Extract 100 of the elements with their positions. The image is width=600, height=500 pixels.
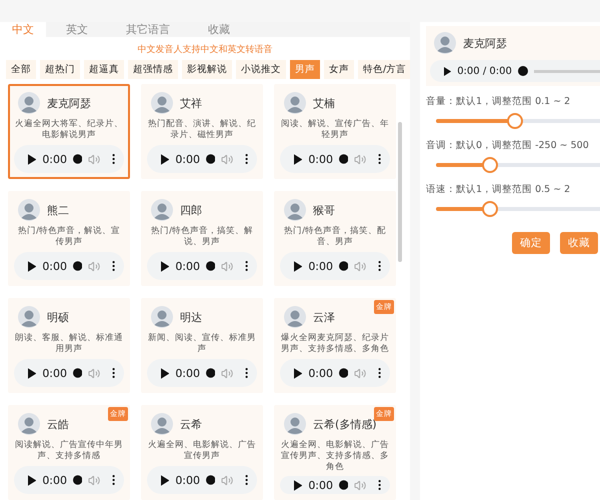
play-icon[interactable] <box>161 154 170 164</box>
avatar-icon <box>284 413 306 435</box>
voice-card[interactable]: 艾祥 热门配音、演讲、解说、纪录片、磁性男声 0:00 <box>141 84 263 179</box>
voice-card[interactable]: 四郎 热门/特色声音，搞笑、解说、男声 0:00 <box>141 191 263 286</box>
play-icon[interactable] <box>28 260 36 272</box>
voice-description: 热门/特色声音，搞笑、配音、男声 <box>283 226 387 249</box>
seek-thumb[interactable] <box>339 261 348 271</box>
voice-name: 熊二 <box>47 202 69 218</box>
time-text: 0:00 <box>175 152 200 166</box>
seek-thumb[interactable] <box>73 475 82 485</box>
seek-thumb[interactable] <box>339 480 348 490</box>
filter-chip[interactable]: 超强情感 <box>128 60 178 79</box>
time-text: 0:00 <box>42 474 68 486</box>
filter-chip[interactable]: 女声 <box>324 60 354 79</box>
filter-chip[interactable]: 影视解说 <box>182 60 232 79</box>
play-icon[interactable] <box>444 66 452 76</box>
voice-name: 云希 <box>180 416 202 432</box>
slider[interactable] <box>436 200 600 218</box>
voice-name: 猴哥 <box>313 202 335 218</box>
voice-card[interactable]: 熊二 热门/特色声音，解说、宣传男声 0:00 <box>8 191 130 286</box>
voice-name: 艾楠 <box>313 96 335 110</box>
avatar-icon <box>434 32 456 54</box>
voice-description: 火遍全网、电影解说、广告宣传男声、支持多情感、多角色 <box>280 440 390 473</box>
voice-name: 麦克阿瑟 <box>47 96 91 110</box>
voice-description: 阅读解说、广告宣传中年男声、支持多情感 <box>14 440 124 463</box>
seek-thumb[interactable] <box>73 261 82 271</box>
seek-thumb[interactable] <box>206 261 216 271</box>
slider-thumb[interactable] <box>506 113 523 129</box>
time-text: 0:00 <box>175 260 200 272</box>
avatar-icon <box>284 92 306 114</box>
voice-card[interactable]: 明达 新闻、阅读、宣传、标准男声 0:00 <box>141 298 263 393</box>
voice-name: 麦克阿瑟 <box>463 36 507 50</box>
seek-thumb[interactable] <box>339 154 348 164</box>
time-text: 0:00 <box>42 260 68 272</box>
seek-thumb[interactable] <box>206 368 216 378</box>
avatar-icon <box>18 92 40 114</box>
voice-name: 明硕 <box>47 310 69 324</box>
voice-description: 热门/特色声音，搞笑、解说、男声 <box>150 226 254 249</box>
play-icon[interactable] <box>294 154 302 164</box>
slider-label: 音调：默认0，调整范围 -250 ~ 500 <box>426 139 590 152</box>
avatar-icon <box>151 306 173 328</box>
voice-card[interactable]: 云希 火遍全网、电影解说、广告宣传男声 0:00 <box>141 405 263 500</box>
slider[interactable] <box>436 156 600 174</box>
voice-description: 阅读、解说、宣传广告、年轻男声 <box>280 119 390 142</box>
seek-thumb[interactable] <box>518 66 528 76</box>
avatar-icon <box>284 306 306 328</box>
voice-card[interactable]: 明硕 朗读、客服、解说、标准通用男声 0:00 <box>8 298 130 393</box>
voice-description: 热门配音、演讲、解说、纪录片、磁性男声 <box>147 119 257 142</box>
voice-card[interactable]: 麦克阿瑟 火遍全网大将军、纪录片、电影解说男声 0:00 <box>8 84 130 179</box>
play-icon[interactable] <box>294 368 302 378</box>
voice-name: 艾祥 <box>180 96 202 110</box>
play-icon[interactable] <box>161 260 170 272</box>
time-text: 0:00 <box>308 260 334 272</box>
voice-card[interactable]: 猴哥 热门/特色声音，搞笑、配音、男声 0:00 <box>274 191 396 286</box>
voice-name: 四郎 <box>180 202 202 218</box>
filter-chip[interactable]: 超热门 <box>40 60 80 79</box>
time-text: 0:00 <box>308 366 334 380</box>
seek-thumb[interactable] <box>339 368 348 378</box>
time-text: 0:00 <box>42 366 68 380</box>
play-icon[interactable] <box>294 480 302 490</box>
time-text: 0:00 <box>42 152 68 166</box>
avatar-icon <box>151 92 173 114</box>
voice-name: 云希(多情感) <box>313 417 377 432</box>
time-text: 0:00 <box>175 366 200 380</box>
filter-chip[interactable]: 超逼真 <box>84 60 124 79</box>
slider-thumb[interactable] <box>482 201 498 217</box>
slider-thumb[interactable] <box>482 157 498 173</box>
voice-description: 火遍全网、电影解说、广告宣传男声 <box>147 440 257 463</box>
voice-description: 朗读、客服、解说、标准通用男声 <box>14 333 124 356</box>
time-text: 0:00 <box>308 478 334 492</box>
play-icon[interactable] <box>161 474 170 486</box>
time-text: 0:00 / 0:00 <box>457 66 512 76</box>
seek-thumb[interactable] <box>73 154 82 164</box>
avatar-icon <box>151 413 173 435</box>
play-icon[interactable] <box>294 260 302 272</box>
play-icon[interactable] <box>28 154 36 164</box>
voice-card[interactable]: 艾楠 阅读、解说、宣传广告、年轻男声 0:00 <box>274 84 396 179</box>
voice-description: 热门/特色声音，解说、宣传男声 <box>17 226 121 249</box>
voice-name: 明达 <box>180 310 202 324</box>
avatar-icon <box>18 306 40 328</box>
filter-chip[interactable]: 特色/方言 <box>358 60 410 79</box>
filter-chip[interactable]: 小说推文 <box>236 60 286 79</box>
play-icon[interactable] <box>28 474 36 486</box>
notice-text: 中文发音人支持中文和英文转语音 <box>136 44 274 56</box>
slider-label: 语速：默认1，调整范围 0.5 ~ 2 <box>426 183 572 196</box>
voice-description: 火遍全网大将军、纪录片、电影解说男声 <box>14 119 124 142</box>
avatar-icon <box>18 199 40 221</box>
voice-description: 爆火全网麦克阿瑟、纪录片男声、支持多情感、多角色 <box>280 333 390 356</box>
slider[interactable] <box>436 112 600 130</box>
seek-thumb[interactable] <box>206 154 216 164</box>
filter-chip[interactable]: 全部 <box>6 60 36 79</box>
time-text: 0:00 <box>308 152 334 166</box>
avatar-icon <box>151 199 173 221</box>
voice-name: 云泽 <box>313 310 335 324</box>
scrollbar[interactable] <box>398 122 402 262</box>
seek-thumb[interactable] <box>206 475 216 485</box>
play-icon[interactable] <box>28 368 36 378</box>
play-icon[interactable] <box>161 368 170 378</box>
slider-label: 音量：默认1，调整范围 0.1 ~ 2 <box>426 95 572 108</box>
seek-thumb[interactable] <box>73 368 82 378</box>
